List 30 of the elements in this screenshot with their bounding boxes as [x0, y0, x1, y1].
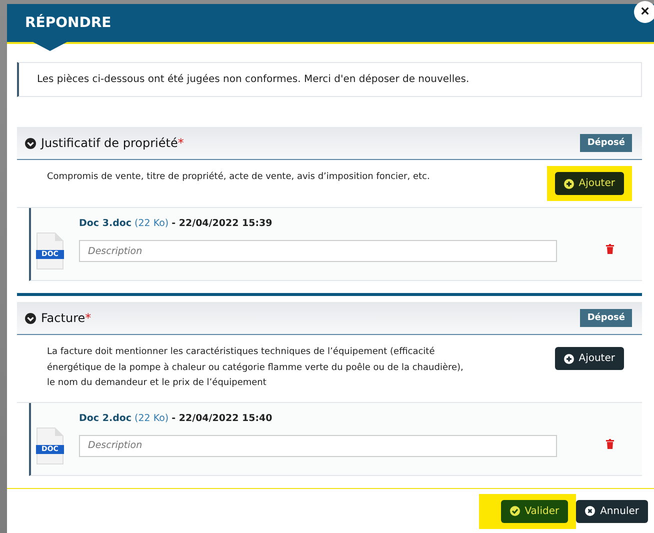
document-icon	[35, 232, 65, 270]
section-header[interactable]: Facture* Déposé	[17, 302, 642, 335]
file-date: - 22/04/2022 15:39	[172, 218, 272, 229]
file-link[interactable]: Doc 3.doc	[79, 218, 132, 229]
modal-title: RÉPONDRE	[25, 15, 112, 31]
plus-icon	[564, 354, 574, 364]
close-icon	[585, 506, 596, 516]
status-badge: Déposé	[580, 309, 632, 327]
plus-icon	[564, 178, 574, 188]
section-description: La facture doit mentionner les caractéristiques techniques de l’équipement (efficacité énergétique de la pompe à chaleur ou catégorie flamme verte du poêle ou de la chaudière), le nom du demandeur et le prix de l’équipement	[47, 346, 464, 390]
file-size: (22 Ko)	[134, 412, 169, 424]
delete-icon[interactable]	[606, 438, 614, 448]
validate-button[interactable]: Valider	[500, 500, 568, 522]
cancel-button[interactable]: Annuler	[576, 500, 648, 522]
description-field[interactable]: Description	[79, 240, 557, 262]
document-icon	[35, 426, 65, 464]
section-title: Justificatif de propriété*	[41, 136, 185, 150]
add-button[interactable]: Ajouter	[554, 347, 624, 370]
description-field[interactable]: Description	[79, 434, 557, 456]
file-size: (22 Ko)	[134, 218, 169, 229]
notice-message: Les pièces ci-dessous ont été jugées non conformes. Merci d'en déposer de nouvelles.	[17, 62, 642, 97]
add-button[interactable]: Ajouter	[554, 172, 624, 195]
delete-icon[interactable]	[606, 244, 614, 254]
section-description: Compromis de vente, titre de propriété, acte de vente, avis d’imposition foncier, etc.	[47, 170, 431, 184]
status-badge: Déposé	[580, 134, 632, 152]
file-link[interactable]: Doc 2.doc	[79, 412, 132, 424]
section-title: Facture*	[41, 311, 92, 325]
check-icon	[510, 506, 520, 516]
file-date: - 22/04/2022 15:40	[172, 412, 272, 424]
section-header[interactable]: Justificatif de propriété* Déposé	[17, 127, 642, 160]
